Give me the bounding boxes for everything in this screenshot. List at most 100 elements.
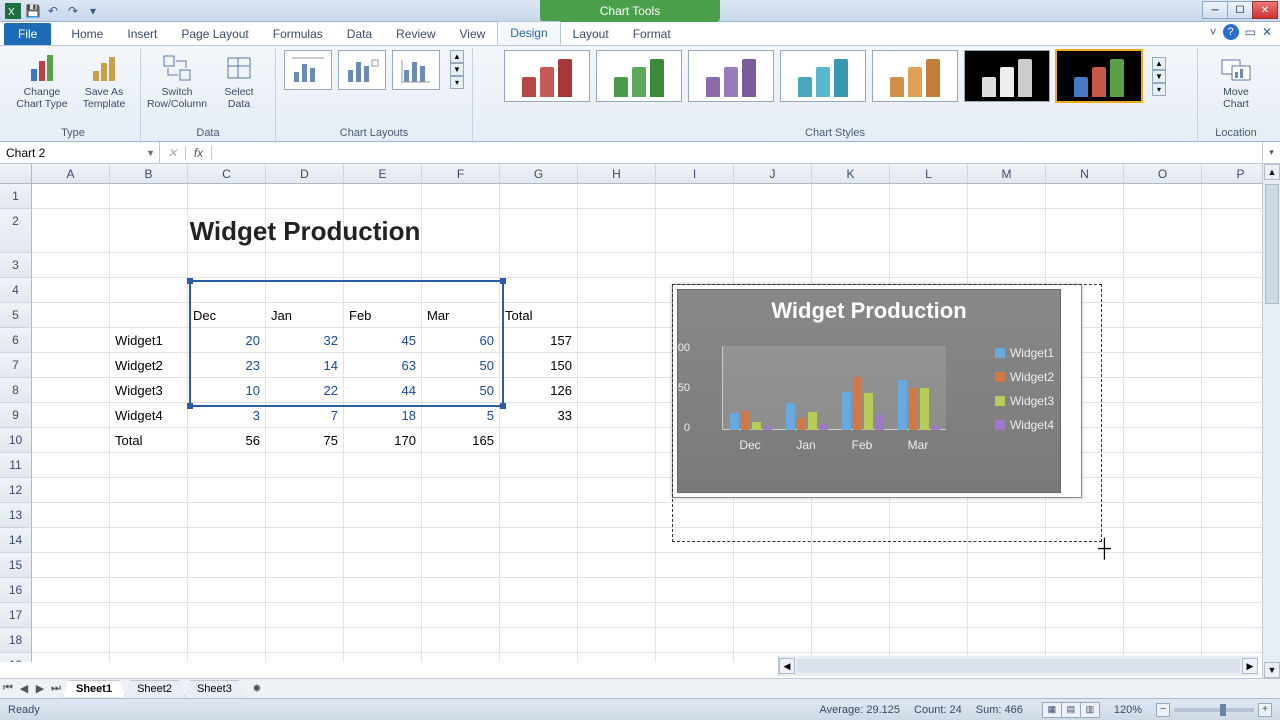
chart-style-option[interactable] xyxy=(504,50,590,102)
zoom-track[interactable] xyxy=(1174,708,1254,712)
cell[interactable] xyxy=(32,553,110,578)
chart-legend[interactable]: Widget1Widget2Widget3Widget4 xyxy=(995,346,1054,442)
cell[interactable] xyxy=(32,378,110,403)
cell[interactable] xyxy=(734,578,812,603)
save-as-template-button[interactable]: Save AsTemplate xyxy=(76,50,132,110)
cell[interactable] xyxy=(32,478,110,503)
cell[interactable]: 7 xyxy=(266,403,344,428)
normal-view-icon[interactable]: ▦ xyxy=(1042,702,1062,718)
cell[interactable] xyxy=(344,603,422,628)
cell[interactable] xyxy=(422,503,500,528)
column-header[interactable]: D xyxy=(266,164,344,183)
cell[interactable] xyxy=(188,478,266,503)
cell[interactable] xyxy=(110,528,188,553)
cell[interactable]: 18 xyxy=(344,403,422,428)
cell[interactable]: Feb xyxy=(344,303,422,328)
cell[interactable] xyxy=(1124,503,1202,528)
tab-home[interactable]: Home xyxy=(59,23,115,45)
cell[interactable] xyxy=(734,209,812,253)
cell[interactable]: Widget3 xyxy=(110,378,188,403)
cell[interactable] xyxy=(578,253,656,278)
cell[interactable] xyxy=(500,503,578,528)
cell[interactable] xyxy=(500,603,578,628)
row-header[interactable]: 18 xyxy=(0,628,32,653)
cell[interactable] xyxy=(578,403,656,428)
cell[interactable] xyxy=(1046,628,1124,653)
cell[interactable] xyxy=(578,603,656,628)
cell[interactable]: 126 xyxy=(500,378,578,403)
cell[interactable] xyxy=(266,628,344,653)
cell[interactable] xyxy=(266,278,344,303)
cell[interactable] xyxy=(110,653,188,662)
cell[interactable] xyxy=(734,553,812,578)
cell[interactable] xyxy=(968,184,1046,209)
zoom-thumb[interactable] xyxy=(1220,704,1226,716)
cell[interactable] xyxy=(812,253,890,278)
cell[interactable] xyxy=(344,653,422,662)
cell[interactable] xyxy=(500,253,578,278)
sheet-tab[interactable]: Sheet1 xyxy=(63,680,125,697)
row-header[interactable]: 14 xyxy=(0,528,32,553)
column-header[interactable]: G xyxy=(500,164,578,183)
tab-page-layout[interactable]: Page Layout xyxy=(169,23,260,45)
cell[interactable] xyxy=(422,478,500,503)
cell[interactable] xyxy=(812,553,890,578)
cell[interactable]: 10 xyxy=(188,378,266,403)
cell[interactable] xyxy=(188,253,266,278)
cell[interactable] xyxy=(1124,528,1202,553)
cell[interactable] xyxy=(812,628,890,653)
row-header[interactable]: 13 xyxy=(0,503,32,528)
cell[interactable] xyxy=(344,578,422,603)
cell[interactable] xyxy=(422,453,500,478)
cell[interactable] xyxy=(32,528,110,553)
cell[interactable] xyxy=(1124,578,1202,603)
cell[interactable] xyxy=(1124,628,1202,653)
cell[interactable] xyxy=(1124,478,1202,503)
cell[interactable]: 50 xyxy=(422,378,500,403)
cell[interactable] xyxy=(890,528,968,553)
scroll-up-icon[interactable]: ▲ xyxy=(1264,164,1280,180)
cell[interactable] xyxy=(734,253,812,278)
embedded-chart[interactable]: Widget Production 100 50 0 Dec Jan Feb M… xyxy=(672,284,1082,498)
tab-layout[interactable]: Layout xyxy=(561,23,621,45)
column-header[interactable]: N xyxy=(1046,164,1124,183)
cell[interactable] xyxy=(422,628,500,653)
page-break-view-icon[interactable]: ▥ xyxy=(1080,702,1100,718)
cell[interactable] xyxy=(1124,378,1202,403)
cell[interactable] xyxy=(812,209,890,253)
cell[interactable] xyxy=(578,478,656,503)
cell[interactable] xyxy=(500,184,578,209)
cell[interactable] xyxy=(968,503,1046,528)
cell[interactable] xyxy=(32,278,110,303)
zoom-level[interactable]: 120% xyxy=(1114,704,1142,716)
cell[interactable]: Widget1 xyxy=(110,328,188,353)
cell[interactable] xyxy=(500,578,578,603)
cell[interactable] xyxy=(890,503,968,528)
cell[interactable]: Dec xyxy=(188,303,266,328)
row-header[interactable]: 12 xyxy=(0,478,32,503)
styles-gallery-more-icon[interactable]: ▾ xyxy=(1152,83,1166,96)
cell[interactable] xyxy=(1124,184,1202,209)
row-header[interactable]: 6 xyxy=(0,328,32,353)
cell[interactable] xyxy=(968,553,1046,578)
cell[interactable] xyxy=(110,603,188,628)
column-header[interactable]: J xyxy=(734,164,812,183)
row-header[interactable]: 3 xyxy=(0,253,32,278)
cell[interactable] xyxy=(1046,253,1124,278)
cell[interactable]: 5 xyxy=(422,403,500,428)
column-header[interactable]: I xyxy=(656,164,734,183)
row-header[interactable]: 1 xyxy=(0,184,32,209)
cell[interactable] xyxy=(500,653,578,662)
cell[interactable] xyxy=(968,209,1046,253)
cell[interactable] xyxy=(188,578,266,603)
cell[interactable] xyxy=(32,184,110,209)
cell[interactable] xyxy=(1124,453,1202,478)
cell[interactable]: 33 xyxy=(500,403,578,428)
cell[interactable] xyxy=(968,253,1046,278)
column-header[interactable]: F xyxy=(422,164,500,183)
cell[interactable] xyxy=(734,184,812,209)
cell[interactable] xyxy=(1124,428,1202,453)
cell[interactable] xyxy=(890,553,968,578)
cell[interactable] xyxy=(1124,553,1202,578)
legend-item[interactable]: Widget1 xyxy=(995,346,1054,360)
